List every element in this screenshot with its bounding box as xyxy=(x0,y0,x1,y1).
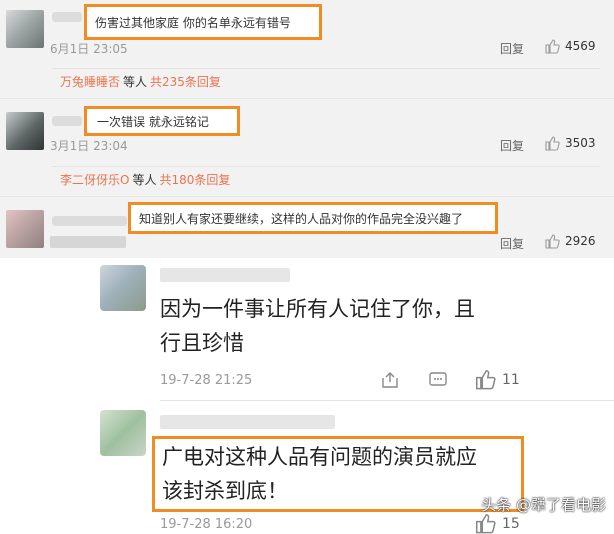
thumb-up-icon xyxy=(545,234,560,249)
username-blurred xyxy=(160,268,290,282)
highlighted-comment: 伤害过其他家庭 你的名单永远有错号 xyxy=(84,4,322,40)
like-count: 11 xyxy=(502,372,520,388)
thumb-up-icon[interactable] xyxy=(474,368,496,390)
sub-reply-user[interactable]: 李二伢伢乐O xyxy=(60,171,129,188)
avatar[interactable] xyxy=(100,265,146,311)
thumb-up-icon[interactable] xyxy=(474,512,496,534)
comment-text-line1: 因为一件事让所有人记住了你，且 xyxy=(160,297,475,321)
divider xyxy=(0,196,614,197)
avatar[interactable] xyxy=(6,112,44,150)
avatar[interactable] xyxy=(6,10,44,48)
comment-time: 6月1日 23:05 xyxy=(50,42,128,56)
comment-text: 一次错误 就永远铭记 xyxy=(97,114,209,129)
username-blurred xyxy=(160,415,335,429)
divider xyxy=(160,400,614,401)
highlighted-comment: 知道别人有家还要继续，这样的人品对你的作品完全没兴趣了 xyxy=(128,202,498,234)
sub-reply-summary[interactable]: 李二伢伢乐O 等人 共180条回复 xyxy=(52,166,600,192)
username-blurred xyxy=(52,12,82,22)
sub-reply-user[interactable]: 万兔睡睡否 xyxy=(60,73,120,90)
comment-text: 知道别人有家还要继续，这样的人品对你的作品完全没兴趣了 xyxy=(139,211,464,226)
like-count: 4569 xyxy=(565,39,596,53)
comment-text-line1: 广电对这种人品有问题的演员就应 xyxy=(162,445,477,469)
comment-time: 19-7-28 16:20 xyxy=(160,517,253,532)
comment-text-line2: 该封杀到底！ xyxy=(162,479,288,503)
comment-text-line2: 行且珍惜 xyxy=(160,331,244,355)
sub-reply-mid: 等人 xyxy=(123,75,148,89)
sub-reply-count[interactable]: 共235条回复 xyxy=(150,73,221,90)
avatar[interactable] xyxy=(100,410,146,456)
like-count: 15 xyxy=(502,516,520,532)
like-count: 2926 xyxy=(565,234,596,248)
like-button[interactable]: 3503 xyxy=(544,135,596,151)
comment-time-blurred xyxy=(50,236,126,248)
share-icon[interactable] xyxy=(380,370,400,390)
reply-button[interactable]: 回复 xyxy=(500,235,524,252)
username-blurred xyxy=(52,116,82,126)
sub-reply-summary[interactable]: 万兔睡睡否 等人 共235条回复 xyxy=(52,68,600,94)
reply-button[interactable]: 回复 xyxy=(500,137,524,154)
username-blurred xyxy=(52,216,127,226)
comment-time: 19-7-28 21:25 xyxy=(160,373,253,388)
avatar[interactable] xyxy=(6,210,44,248)
divider xyxy=(0,98,614,99)
comment-text: 伤害过其他家庭 你的名单永远有错号 xyxy=(95,15,291,30)
highlighted-comment: 一次错误 就永远铭记 xyxy=(84,106,240,136)
reply-button[interactable]: 回复 xyxy=(500,40,524,57)
like-button[interactable]: 4569 xyxy=(544,38,596,54)
comment-time: 3月1日 23:04 xyxy=(50,139,128,153)
sub-reply-mid: 等人 xyxy=(132,173,157,187)
thumb-up-icon xyxy=(545,136,560,151)
comment-icon[interactable] xyxy=(428,370,448,390)
thumb-up-icon xyxy=(545,39,560,54)
like-count: 3503 xyxy=(565,136,596,150)
sub-reply-count[interactable]: 共180条回复 xyxy=(159,171,230,188)
like-button[interactable]: 2926 xyxy=(544,233,596,249)
watermark: 头条 @犟了看电影 xyxy=(481,496,606,514)
